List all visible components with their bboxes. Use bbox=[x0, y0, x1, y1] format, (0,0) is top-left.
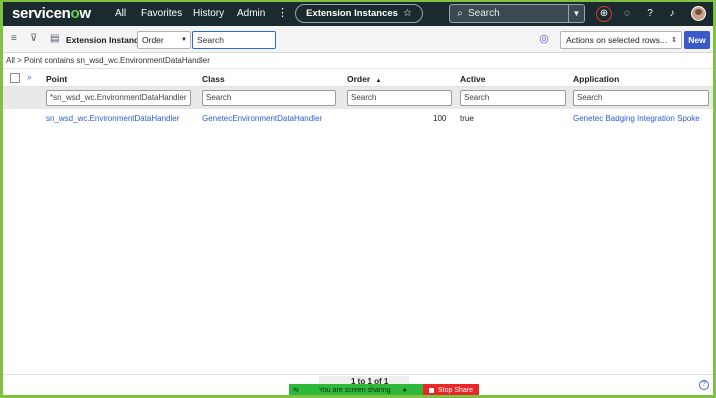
search-icon: ⌕ bbox=[457, 8, 463, 19]
chevron-updown-icon: ⇕ bbox=[671, 37, 677, 44]
column-header-active[interactable]: Active bbox=[460, 74, 486, 84]
list-title: Extension Instances bbox=[66, 35, 149, 45]
list-search-input[interactable]: Search bbox=[192, 31, 276, 49]
filter-input-application[interactable]: Search bbox=[573, 90, 709, 106]
app-frame: servicenow All Favorites History Admin ⋮… bbox=[3, 2, 713, 395]
column-header-class[interactable]: Class bbox=[202, 74, 225, 84]
shield-icon: ● bbox=[402, 386, 407, 394]
filter-input-active[interactable]: Search bbox=[460, 90, 566, 106]
nav-all[interactable]: All bbox=[115, 8, 126, 19]
table-row: sn_wsd_wc.EnvironmentDataHandler Genetec… bbox=[3, 110, 713, 128]
filter-input-class[interactable]: Search bbox=[202, 90, 336, 106]
star-icon[interactable]: ☆ bbox=[403, 8, 412, 19]
sort-ascending-icon: ▲ bbox=[375, 78, 382, 84]
context-title-pill[interactable]: Extension Instances ☆ bbox=[295, 4, 423, 23]
context-title: Extension Instances bbox=[306, 8, 398, 19]
global-search-input[interactable]: Search bbox=[468, 8, 500, 19]
help-icon[interactable]: ? bbox=[642, 6, 658, 22]
cell-application[interactable]: Genetec Badging Integration Spoke bbox=[573, 114, 700, 123]
filter-input-order[interactable]: Search bbox=[347, 90, 452, 106]
search-icon[interactable]: ⌕ bbox=[27, 72, 32, 83]
cell-active: true bbox=[460, 114, 474, 123]
cell-class[interactable]: GenetecEnvironmentDataHandler bbox=[202, 114, 322, 123]
stop-share-label: Stop Share bbox=[437, 386, 474, 394]
column-header-point[interactable]: Point bbox=[46, 74, 67, 84]
bell-icon[interactable]: ♪ bbox=[664, 6, 680, 22]
actions-select-value: Actions on selected rows... bbox=[566, 35, 668, 45]
nav-history[interactable]: History bbox=[193, 8, 224, 19]
new-button[interactable]: New bbox=[684, 31, 710, 49]
filter-icon[interactable]: ⊽ bbox=[30, 33, 37, 44]
order-select[interactable]: Order ▼ bbox=[137, 31, 191, 49]
stop-square-icon bbox=[428, 387, 434, 393]
cell-point[interactable]: sn_wsd_wc.EnvironmentDataHandler bbox=[46, 114, 179, 123]
chevron-down-icon[interactable]: ▼ bbox=[568, 5, 584, 22]
select-all-checkbox[interactable] bbox=[10, 73, 20, 83]
handle-icon[interactable]: ⇆ bbox=[293, 386, 299, 394]
chat-icon[interactable]: ◌ bbox=[619, 6, 635, 22]
servicenow-logo[interactable]: servicenow bbox=[12, 5, 91, 22]
vertical-dots-icon[interactable]: ⋮ bbox=[277, 6, 288, 19]
table-header: ⌕ Point Class Order ▲ Active Application bbox=[3, 68, 713, 87]
screen-share-bar: ⇆ You are screen sharing ● Stop Share bbox=[289, 384, 479, 395]
screen-share-message: You are screen sharing bbox=[318, 386, 391, 394]
actions-select[interactable]: Actions on selected rows... ⇕ bbox=[560, 31, 682, 49]
order-select-value: Order bbox=[142, 35, 164, 45]
nav-admin[interactable]: Admin bbox=[237, 8, 265, 19]
top-banner: servicenow All Favorites History Admin ⋮… bbox=[3, 2, 713, 26]
list-toolbar: ≡ ⊽ ▤ Extension Instances Order ▼ Search… bbox=[3, 26, 713, 53]
column-filter-row: *sn_wsd_wc.EnvironmentDataHandler Search… bbox=[3, 87, 713, 109]
footer-divider bbox=[3, 374, 713, 375]
column-header-application[interactable]: Application bbox=[573, 74, 619, 84]
chat-bubble-icon[interactable]: ▤ bbox=[50, 33, 59, 44]
filter-input-point[interactable]: *sn_wsd_wc.EnvironmentDataHandler bbox=[46, 90, 191, 106]
chevron-down-icon: ▼ bbox=[181, 37, 187, 43]
global-search[interactable]: ⌕ Search ▼ bbox=[449, 4, 585, 23]
hamburger-menu-icon[interactable]: ≡ bbox=[11, 33, 17, 44]
screen-share-status: ⇆ You are screen sharing ● bbox=[289, 384, 423, 395]
column-header-order-label: Order bbox=[347, 74, 371, 84]
breadcrumb[interactable]: All > Point contains sn_wsd_wc.Environme… bbox=[6, 56, 210, 65]
help-circle-icon[interactable]: ? bbox=[699, 380, 709, 390]
globe-icon[interactable]: ⊕ bbox=[596, 6, 612, 22]
avatar[interactable] bbox=[691, 6, 706, 21]
column-header-order[interactable]: Order ▲ bbox=[347, 74, 381, 84]
nav-favorites[interactable]: Favorites bbox=[141, 8, 182, 19]
cell-order: 100 bbox=[433, 114, 447, 123]
settings-icon[interactable]: ◎ bbox=[538, 33, 550, 45]
stop-share-button[interactable]: Stop Share bbox=[423, 384, 479, 395]
